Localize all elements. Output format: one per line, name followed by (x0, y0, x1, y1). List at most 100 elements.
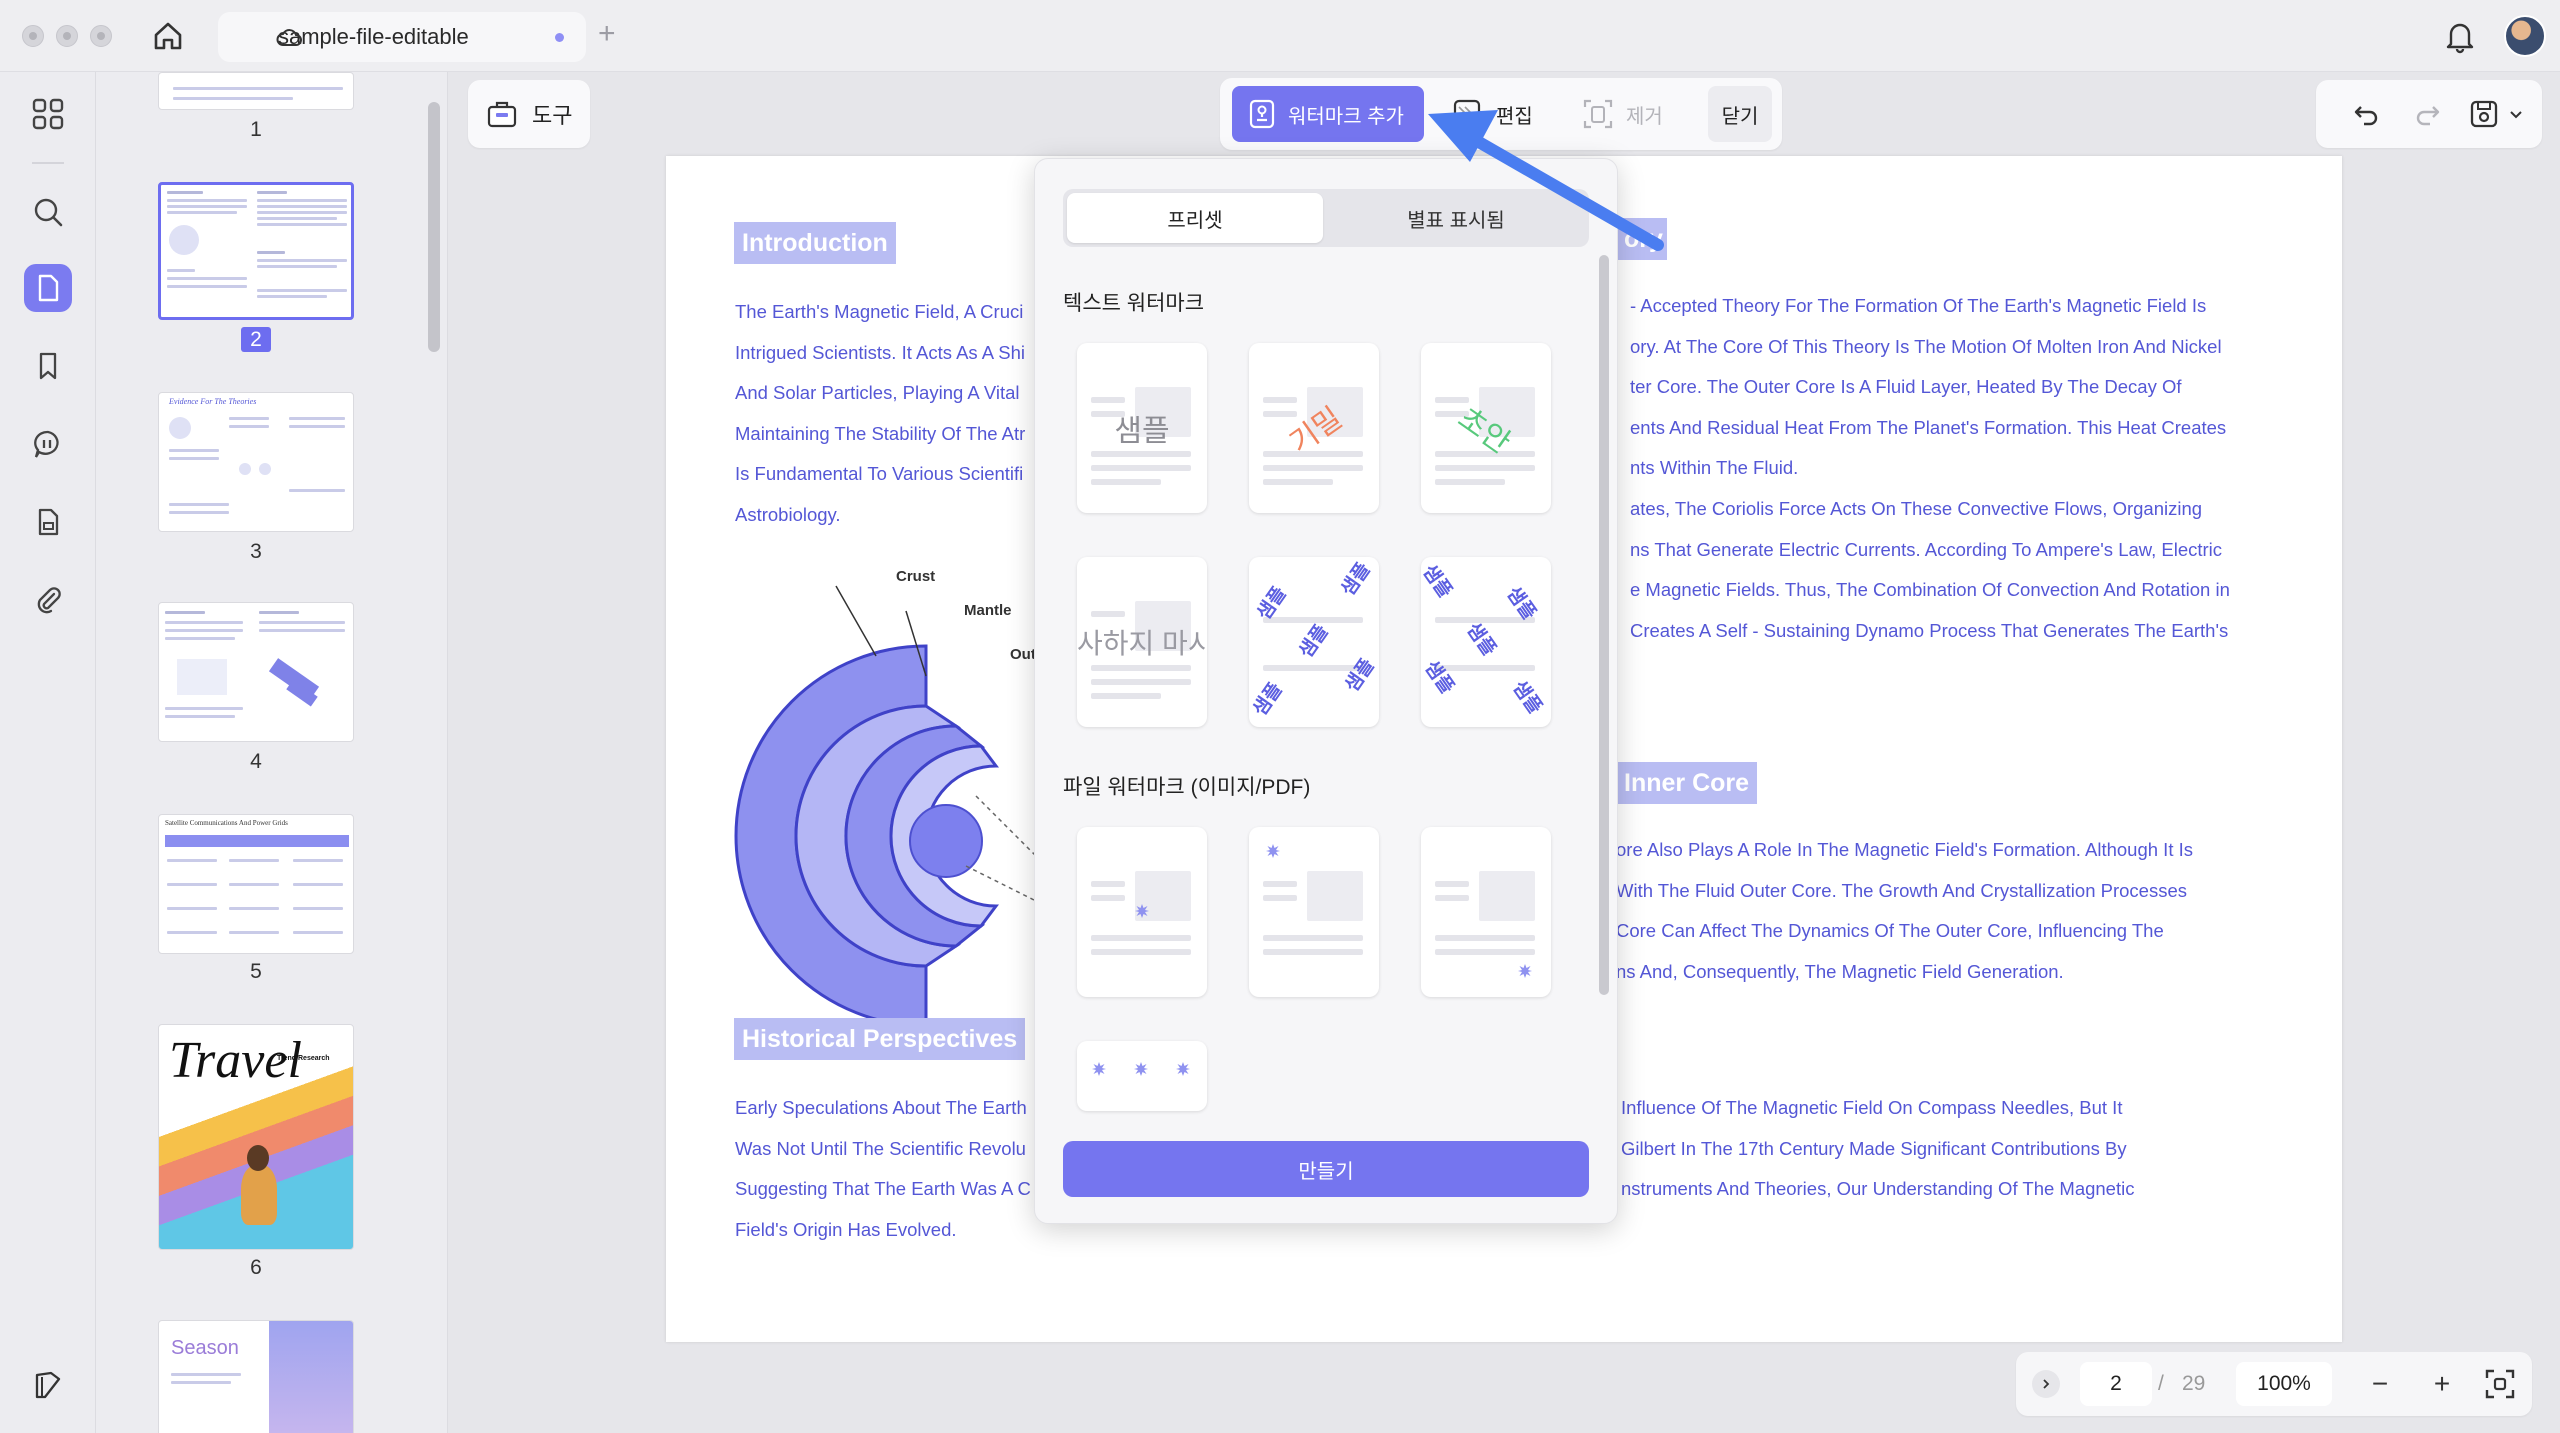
bookmark-icon (39, 352, 57, 380)
thumbnail-number-selected: 2 (96, 327, 416, 352)
section-heading-history: Historical Perspectives (734, 1018, 1026, 1060)
tab-title: sample-file-editable (278, 24, 469, 49)
image-mark-icon (1134, 1062, 1148, 1076)
preset-text: 초안 (1451, 401, 1517, 461)
fit-page-button[interactable] (2482, 1366, 2518, 1402)
thumbnail-page-7[interactable]: Season (158, 1320, 354, 1433)
bell-icon (2446, 23, 2474, 54)
comment-icon (34, 430, 59, 458)
bookmarks-button[interactable] (24, 342, 72, 390)
window-zoom-button[interactable] (90, 25, 112, 47)
preset-tiled-reverse[interactable]: 샘플 샘플 샘플 샘플 샘플 (1421, 557, 1551, 727)
next-page-button[interactable] (2032, 1370, 2060, 1398)
thumbnail-page-4[interactable] (158, 602, 354, 742)
search-button[interactable] (24, 188, 72, 236)
diagram-label-outer: Out (1010, 646, 1036, 663)
window-close-button[interactable] (22, 25, 44, 47)
grid-button[interactable] (24, 90, 72, 138)
undo-button[interactable] (2346, 94, 2386, 134)
diagram-label-crust: Crust (896, 568, 936, 585)
undo-icon (2354, 106, 2378, 126)
preset-text: 사하지 마시 (1077, 628, 1207, 659)
page-separator: / (2158, 1372, 2164, 1395)
preset-tiled-diagonal[interactable]: 샘플 샘플 샘플 샘플 샘플 (1249, 557, 1379, 727)
current-page-input[interactable]: 2 (2080, 1362, 2152, 1406)
thumbnail-scrollbar[interactable] (428, 102, 440, 352)
file-preset-top-left[interactable] (1249, 827, 1379, 997)
zoom-out-button[interactable]: − (2362, 1366, 2398, 1402)
tab-preset[interactable]: 프리셋 (1067, 193, 1323, 243)
image-mark-icon (1266, 844, 1280, 858)
zoom-level[interactable]: 100% (2236, 1362, 2332, 1406)
chevron-down-icon (2510, 111, 2522, 119)
image-mark-icon (1092, 1062, 1106, 1076)
add-watermark-button[interactable]: 워터마크 추가 (1232, 86, 1424, 142)
search-icon (34, 198, 63, 227)
zoom-in-button[interactable]: + (2424, 1366, 2460, 1402)
form-icon (38, 508, 59, 536)
comments-button[interactable] (24, 420, 72, 468)
thumbnail-number: 6 (250, 1256, 262, 1279)
intro-paragraph: The Earth's Magnetic Field, A Cruci Intr… (735, 301, 1026, 525)
save-button[interactable] (2464, 94, 2504, 134)
close-watermark-button[interactable]: 닫기 (1708, 86, 1772, 142)
preset-sample[interactable]: 샘플 (1077, 343, 1207, 513)
preset-text: 샘플 (1114, 415, 1170, 448)
thumbnail-number: 4 (250, 750, 262, 773)
preset-draft[interactable]: 초안 (1421, 343, 1551, 513)
cloud-icon (276, 29, 302, 46)
create-watermark-button[interactable]: 만들기 (1063, 1141, 1589, 1197)
text-watermark-title: 텍스트 워터마크 (1063, 292, 1205, 315)
toolbox-icon (487, 101, 517, 128)
panel-scrollbar[interactable] (1599, 255, 1609, 995)
preset-confidential[interactable]: 기밀 (1249, 343, 1379, 513)
home-icon (154, 22, 182, 50)
save-menu-button[interactable] (2502, 94, 2530, 134)
file-watermark-title: 파일 워터마크 (이미지/PDF) (1063, 776, 1311, 799)
redo-button[interactable] (2408, 94, 2448, 134)
notifications-button[interactable] (2442, 18, 2478, 59)
file-preset-center[interactable] (1077, 827, 1207, 997)
forms-button[interactable] (24, 498, 72, 546)
tools-button[interactable]: 도구 (468, 80, 590, 148)
title-bar: sample-file-editable + (0, 0, 2560, 72)
thumbnail-subtitle: Trend Research (277, 1055, 330, 1062)
home-button[interactable] (148, 16, 188, 56)
thumbnail-page-6[interactable]: Travel Trend Research (158, 1024, 354, 1250)
thumbnail-page-2[interactable] (158, 182, 354, 320)
watermark-panel: 프리셋 별표 표시됨 텍스트 워터마크 샘플 기밀 초안 사하지 마시 샘플 샘… (1034, 158, 1618, 1224)
pointer-arrow-annotation (1428, 110, 1664, 251)
watermark-icon (1249, 99, 1275, 129)
right-toolbar (2316, 80, 2542, 148)
thumbnail-title: Evidence For The Theories (169, 397, 257, 406)
thumbnail-page-1[interactable] (158, 72, 354, 110)
chevron-right-icon (2043, 1379, 2050, 1389)
rail-divider (32, 162, 64, 164)
thumbnail-page-5[interactable]: Satellite Communications And Power Grids (158, 814, 354, 954)
thumbnail-page-3[interactable]: Evidence For The Theories (158, 392, 354, 532)
save-icon (2470, 100, 2498, 128)
thumbnail-title: Season (171, 1337, 239, 1359)
document-tab[interactable]: sample-file-editable (218, 12, 586, 62)
pages-button[interactable] (24, 264, 72, 312)
file-preset-bottom-right[interactable] (1421, 827, 1551, 997)
history-paragraph-right: Influence Of The Magnetic Field On Compa… (1621, 1097, 2135, 1200)
history-paragraph-left: Early Speculations About The Earth Was N… (735, 1097, 1031, 1240)
redo-icon (2416, 106, 2440, 126)
section-heading-introduction: Introduction (734, 222, 896, 264)
theory-paragraph: - Accepted Theory For The Formation Of T… (1630, 295, 2230, 641)
avatar[interactable] (2504, 15, 2546, 57)
fit-screen-icon (2485, 1369, 2515, 1399)
grid-icon (32, 98, 64, 130)
file-preset-tiled[interactable] (1077, 1041, 1207, 1111)
new-tab-button[interactable]: + (598, 18, 616, 50)
layers-button[interactable] (24, 1362, 72, 1410)
image-mark-icon (1135, 904, 1149, 918)
window-minimize-button[interactable] (56, 25, 78, 47)
attachments-button[interactable] (24, 576, 72, 624)
unsaved-dot (555, 33, 564, 42)
preset-do-not-copy[interactable]: 사하지 마시 (1077, 557, 1207, 727)
diagram-label-mantle: Mantle (964, 602, 1012, 619)
thumbnail-title: Satellite Communications And Power Grids (165, 819, 288, 827)
thumbnail-panel: 1 2 Evidence For The Theories 3 4 Satell… (96, 72, 448, 1433)
